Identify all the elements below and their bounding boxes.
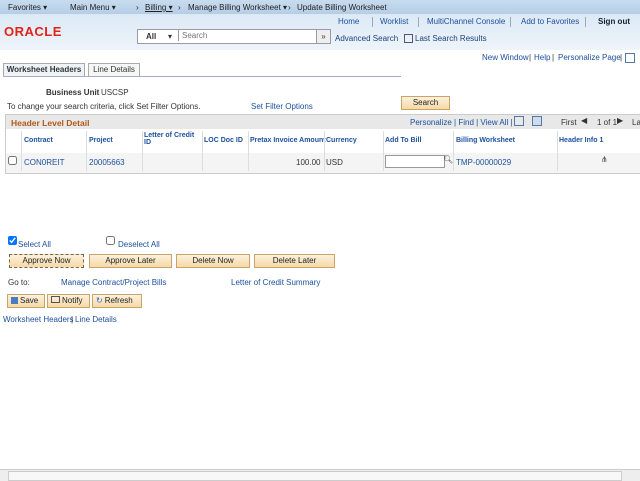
sign-out-link[interactable]: Sign out — [598, 17, 630, 26]
refresh-icon: ↻ — [96, 296, 103, 305]
download-icon[interactable] — [532, 116, 542, 126]
deselect-all-checkbox[interactable] — [106, 236, 115, 245]
help-link[interactable]: Help — [534, 53, 550, 62]
tab-worksheet-headers[interactable]: Worksheet Headers — [3, 63, 85, 77]
manage-contract-project-bills-link[interactable]: Manage Contract/Project Bills — [61, 278, 166, 287]
select-all-checkbox[interactable] — [8, 236, 17, 245]
col-loc-doc-id: LOC Doc ID — [204, 137, 243, 144]
horizontal-scrollbar[interactable] — [0, 469, 640, 481]
grid-title: Header Level Detail — [11, 118, 90, 128]
refresh-label: Refresh — [104, 296, 133, 305]
main-menu[interactable]: Main Menu ▾ — [70, 3, 116, 12]
page-options-icon[interactable] — [625, 53, 635, 63]
col-pretax-invoice-amount: Pretax Invoice Amount — [250, 137, 326, 144]
deselect-all-link[interactable]: Deselect All — [118, 240, 160, 249]
select-all-link[interactable]: Select All — [18, 240, 51, 249]
first-link[interactable]: First — [561, 118, 577, 127]
col-currency: Currency — [326, 137, 357, 144]
currency: USD — [326, 158, 343, 167]
search-button[interactable]: Search — [401, 96, 450, 110]
breadcrumb-billing[interactable]: Billing ▾ — [145, 3, 173, 12]
search-go-button[interactable]: » — [316, 29, 331, 44]
notify-button[interactable]: Notify — [47, 294, 90, 308]
save-label: Save — [20, 296, 39, 305]
col-project: Project — [89, 137, 113, 144]
home-link[interactable]: Home — [338, 17, 359, 26]
row-count: 1 of 1 — [597, 118, 618, 127]
breadcrumb-manage-billing-worksheet[interactable]: Manage Billing Worksheet ▾ — [188, 3, 287, 12]
last-search-results-link[interactable]: Last Search Results — [415, 34, 487, 43]
next-icon[interactable]: ▶ — [617, 116, 623, 125]
col-header-info-1: Header Info 1 — [559, 137, 604, 144]
delete-now-button[interactable]: Delete Now — [176, 254, 250, 268]
business-unit-value: USCSP — [101, 88, 129, 97]
contract-link[interactable]: CON0REIT — [24, 158, 64, 167]
col-add-to-bill: Add To Bill — [385, 137, 422, 144]
approve-later-button[interactable]: Approve Later — [89, 254, 172, 268]
business-unit-label: Business Unit — [46, 88, 100, 97]
footer-worksheet-headers-link[interactable]: Worksheet Headers — [3, 315, 74, 324]
search-bar: All ▾ — [137, 29, 319, 44]
oracle-logo: ORACLE — [4, 24, 62, 39]
last-link[interactable]: La — [632, 118, 640, 127]
save-icon — [11, 297, 18, 304]
save-button[interactable]: Save — [7, 294, 45, 308]
header-level-detail-grid: Header Level Detail Personalize | Find |… — [5, 114, 640, 174]
goto-label: Go to: — [8, 278, 30, 287]
breadcrumb-update-billing-worksheet: Update Billing Worksheet — [297, 3, 387, 12]
top-nav-bar: Favorites ▾ Main Menu ▾ › Billing ▾ › Ma… — [0, 0, 640, 14]
col-letter-of-credit-id: Letter of Credit ID — [144, 132, 195, 146]
row-select-checkbox[interactable] — [8, 156, 17, 165]
search-scope-select[interactable]: All — [146, 32, 156, 41]
col-contract: Contract — [24, 137, 53, 144]
letter-of-credit-summary-link[interactable]: Letter of Credit Summary — [231, 278, 320, 287]
search-input[interactable] — [178, 30, 319, 41]
filter-hint: To change your search criteria, click Se… — [7, 102, 201, 111]
last-search-results-icon — [404, 34, 413, 43]
previous-icon[interactable]: ◀ — [581, 116, 587, 125]
zoom-grid-icon[interactable] — [514, 116, 524, 126]
project-link[interactable]: 20005663 — [89, 158, 125, 167]
lookup-icon[interactable]: 🔍︎ — [443, 155, 453, 164]
header: ORACLE Home Worklist MultiChannel Consol… — [0, 14, 640, 50]
favorites-menu[interactable]: Favorites ▾ — [8, 3, 47, 12]
footer-line-details-link[interactable]: Line Details — [75, 315, 117, 324]
multichannel-console-link[interactable]: MultiChannel Console — [427, 17, 505, 26]
billing-worksheet-link[interactable]: TMP-00000029 — [456, 158, 511, 167]
add-to-favorites-link[interactable]: Add to Favorites — [521, 17, 579, 26]
pretax-amount: 100.00 — [296, 158, 321, 167]
grid-tools[interactable]: Personalize | Find | View All | — [410, 118, 513, 127]
hierarchy-icon[interactable]: ⋔ — [601, 155, 608, 164]
notify-label: Notify — [62, 296, 83, 305]
worklist-link[interactable]: Worklist — [380, 17, 408, 26]
approve-now-button[interactable]: Approve Now — [9, 254, 84, 268]
delete-later-button[interactable]: Delete Later — [254, 254, 335, 268]
col-billing-worksheet: Billing Worksheet — [456, 137, 515, 144]
advanced-search-link[interactable]: Advanced Search — [335, 34, 398, 43]
notify-icon — [51, 296, 60, 303]
tab-line-details[interactable]: Line Details — [88, 63, 140, 77]
refresh-button[interactable]: ↻ Refresh — [92, 294, 142, 308]
set-filter-options-link[interactable]: Set Filter Options — [251, 102, 313, 111]
personalize-page-link[interactable]: Personalize Page — [558, 53, 621, 62]
add-to-bill-input[interactable] — [385, 155, 445, 168]
new-window-link[interactable]: New Window — [482, 53, 529, 62]
